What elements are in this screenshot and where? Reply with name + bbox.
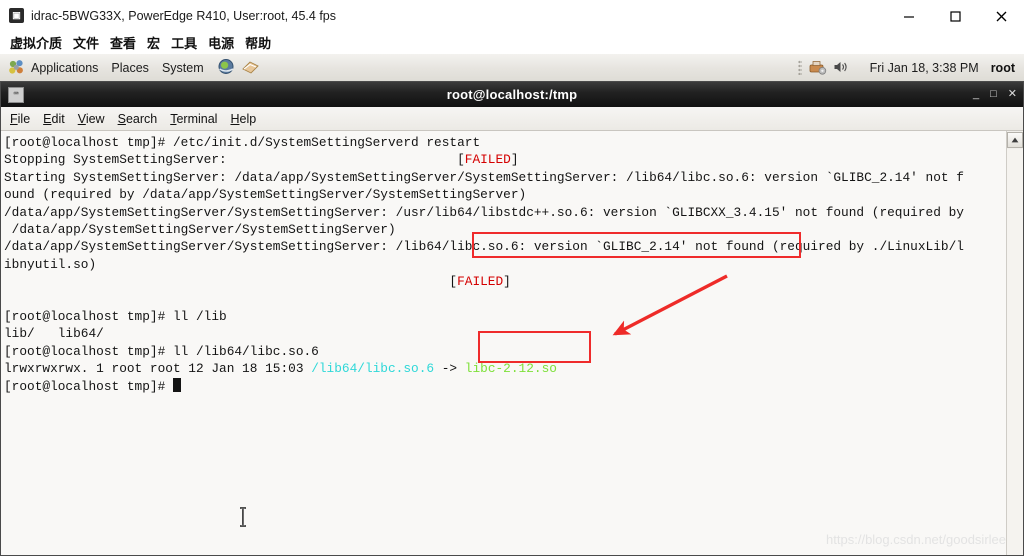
terminal-menu-search-accel: S (117, 111, 126, 126)
idrac-menu-help[interactable]: 帮助 (245, 33, 271, 52)
terminal-menu-view-accel: V (77, 111, 86, 126)
terminal-menu-terminal-label: erminal (176, 111, 218, 126)
terminal-line: lrwxrwxrwx. 1 root root 12 Jan 18 15:03 … (4, 360, 1006, 377)
idrac-menu-power[interactable]: 电源 (208, 33, 234, 52)
panel-menu-places[interactable]: Places (111, 61, 149, 75)
terminal-menubar: File Edit View Search Terminal Help (1, 107, 1023, 131)
panel-username[interactable]: root (991, 61, 1015, 75)
scrollbar-track[interactable] (1007, 149, 1023, 555)
terminal-line: [root@localhost tmp]# ll /lib (4, 308, 1006, 325)
terminal-text-span: /data/app/SystemSettingServer/SystemSett… (4, 222, 396, 238)
panel-menu-system[interactable]: System (162, 61, 204, 75)
terminal-line: /data/app/SystemSettingServer/SystemSett… (4, 221, 1006, 238)
terminal-minimize-icon[interactable]: _ (973, 89, 979, 100)
idrac-titlebar: ▣ idrac-5BWG33X, PowerEdge R410, User:ro… (0, 0, 1024, 32)
terminal-text-span: ibnyutil.so) (4, 256, 97, 272)
minimize-icon[interactable] (886, 0, 932, 31)
terminal-menu-file-label: ile (17, 111, 31, 126)
terminal-window: ⌨ root@localhost:/tmp _ □ ✕ File Edit Vi… (0, 81, 1024, 556)
terminal-menu-help-accel: H (230, 111, 240, 126)
idrac-menu-file[interactable]: 文件 (73, 33, 99, 52)
terminal-text-span: /data/app/SystemSettingServer/SystemSett… (4, 204, 964, 220)
terminal-line: ibnyutil.so) (4, 256, 1006, 273)
email-client-icon[interactable] (241, 58, 260, 77)
terminal-text-span: ound (required by /data/app/SystemSettin… (4, 187, 527, 203)
terminal-text-span: /lib64/libc.so.6 (311, 361, 435, 377)
terminal-screen[interactable]: [root@localhost tmp]# /etc/init.d/System… (1, 131, 1006, 555)
maximize-icon[interactable] (932, 0, 978, 31)
terminal-text-span: lib/ lib64/ (4, 326, 104, 342)
close-icon[interactable] (978, 0, 1024, 31)
terminal-window-controls: _ □ ✕ (973, 82, 1017, 107)
panel-tray-area: Fri Jan 18, 3:38 PM root (797, 54, 1024, 81)
terminal-menu-edit-accel: E (43, 111, 52, 126)
terminal-menu-edit[interactable]: Edit (43, 112, 65, 126)
terminal-menu-help-label: elp (239, 111, 257, 126)
volume-icon[interactable] (832, 58, 851, 77)
terminal-line: /data/app/SystemSettingServer/SystemSett… (4, 238, 1006, 255)
idrac-viewer-window: ▣ idrac-5BWG33X, PowerEdge R410, User:ro… (0, 0, 1024, 556)
idrac-window-title: idrac-5BWG33X, PowerEdge R410, User:root… (31, 8, 337, 23)
panel-clock[interactable]: Fri Jan 18, 3:38 PM (870, 61, 979, 75)
terminal-text-span: ] (510, 152, 519, 168)
terminal-text-span: Starting SystemSettingServer: /data/app/… (4, 169, 964, 185)
terminal-scrollbar[interactable] (1006, 131, 1023, 555)
terminal-text-span: -> (434, 361, 465, 377)
terminal-text-span: ] (503, 274, 511, 290)
idrac-menu-tools[interactable]: 工具 (171, 33, 197, 52)
terminal-line: [FAILED] (4, 273, 1006, 290)
terminal-menu-help[interactable]: Help (230, 112, 256, 126)
terminal-maximize-icon[interactable]: □ (990, 89, 997, 100)
terminal-window-title: root@localhost:/tmp (446, 87, 578, 102)
web-browser-icon[interactable] (217, 58, 236, 77)
terminal-text-span: lrwxrwxrwx. 1 root root 12 Jan 18 15:03 (4, 361, 312, 377)
panel-grip-handle[interactable] (797, 60, 802, 75)
gnome-top-panel: Applications Places System Fri Jan 18, 3… (0, 54, 1024, 82)
terminal-text-span: [root@localhost tmp]# /etc/init.d/System… (4, 135, 481, 150)
terminal-line: [root@localhost tmp]# ll /lib64/libc.so.… (4, 343, 1006, 360)
terminal-line: [root@localhost tmp]# /etc/init.d/System… (4, 134, 1006, 151)
terminal-text-span: /data/app/SystemSettingServer/SystemSett… (4, 239, 964, 255)
terminal-text-span: FAILED (464, 152, 511, 168)
terminal-text-span: [root@localhost tmp]# (4, 378, 173, 394)
printer-icon[interactable] (808, 58, 827, 77)
terminal-line: ound (required by /data/app/SystemSettin… (4, 186, 1006, 203)
terminal-text-span: libc-2.12.so (464, 361, 557, 377)
gnome-foot-icon (8, 59, 25, 76)
terminal-menu-terminal[interactable]: Terminal (170, 112, 217, 126)
terminal-line: Stopping SystemSettingServer: [FAILED] (4, 151, 1006, 168)
terminal-line: lib/ lib64/ (4, 325, 1006, 342)
idrac-menu-view[interactable]: 查看 (110, 33, 136, 52)
terminal-text-span: [root@localhost tmp]# ll /lib64/libc.so.… (4, 343, 319, 359)
panel-menu-applications[interactable]: Applications (31, 61, 98, 75)
terminal-menu-search[interactable]: Search (118, 112, 158, 126)
idrac-app-icon: ▣ (9, 8, 24, 23)
terminal-menu-file[interactable]: File (10, 112, 30, 126)
terminal-text-span: FAILED (457, 274, 504, 290)
terminal-line: [root@localhost tmp]# (4, 377, 1006, 395)
idrac-window-controls (886, 0, 1024, 31)
terminal-menu-file-accel: F (10, 111, 18, 126)
idrac-menubar: 虚拟介质 文件 查看 宏 工具 电源 帮助 (0, 31, 1024, 55)
scroll-up-icon[interactable] (1007, 132, 1023, 148)
terminal-close-icon[interactable]: ✕ (1008, 89, 1017, 100)
terminal-titlebar: ⌨ root@localhost:/tmp _ □ ✕ (1, 82, 1023, 107)
terminal-text-span: [ (4, 274, 458, 290)
terminal-output-text: [root@localhost tmp]# /etc/init.d/System… (4, 134, 1006, 395)
terminal-text-span: Stopping SystemSettingServer: [ (4, 152, 465, 168)
terminal-body: [root@localhost tmp]# /etc/init.d/System… (1, 131, 1023, 555)
terminal-line: /data/app/SystemSettingServer/SystemSett… (4, 204, 1006, 221)
idrac-menu-virtual-media[interactable]: 虚拟介质 (10, 33, 62, 52)
terminal-menu-search-label: earch (125, 111, 158, 126)
terminal-menu-view[interactable]: View (78, 112, 105, 126)
terminal-line: Starting SystemSettingServer: /data/app/… (4, 169, 1006, 186)
terminal-text-span: [root@localhost tmp]# ll /lib (4, 309, 227, 325)
terminal-menu-view-label: iew (85, 111, 105, 126)
terminal-cursor (172, 377, 181, 392)
idrac-menu-macros[interactable]: 宏 (147, 33, 160, 52)
watermark-text: https://blog.csdn.net/goodsirlee (826, 532, 1006, 547)
terminal-menu-edit-label: dit (51, 111, 65, 126)
